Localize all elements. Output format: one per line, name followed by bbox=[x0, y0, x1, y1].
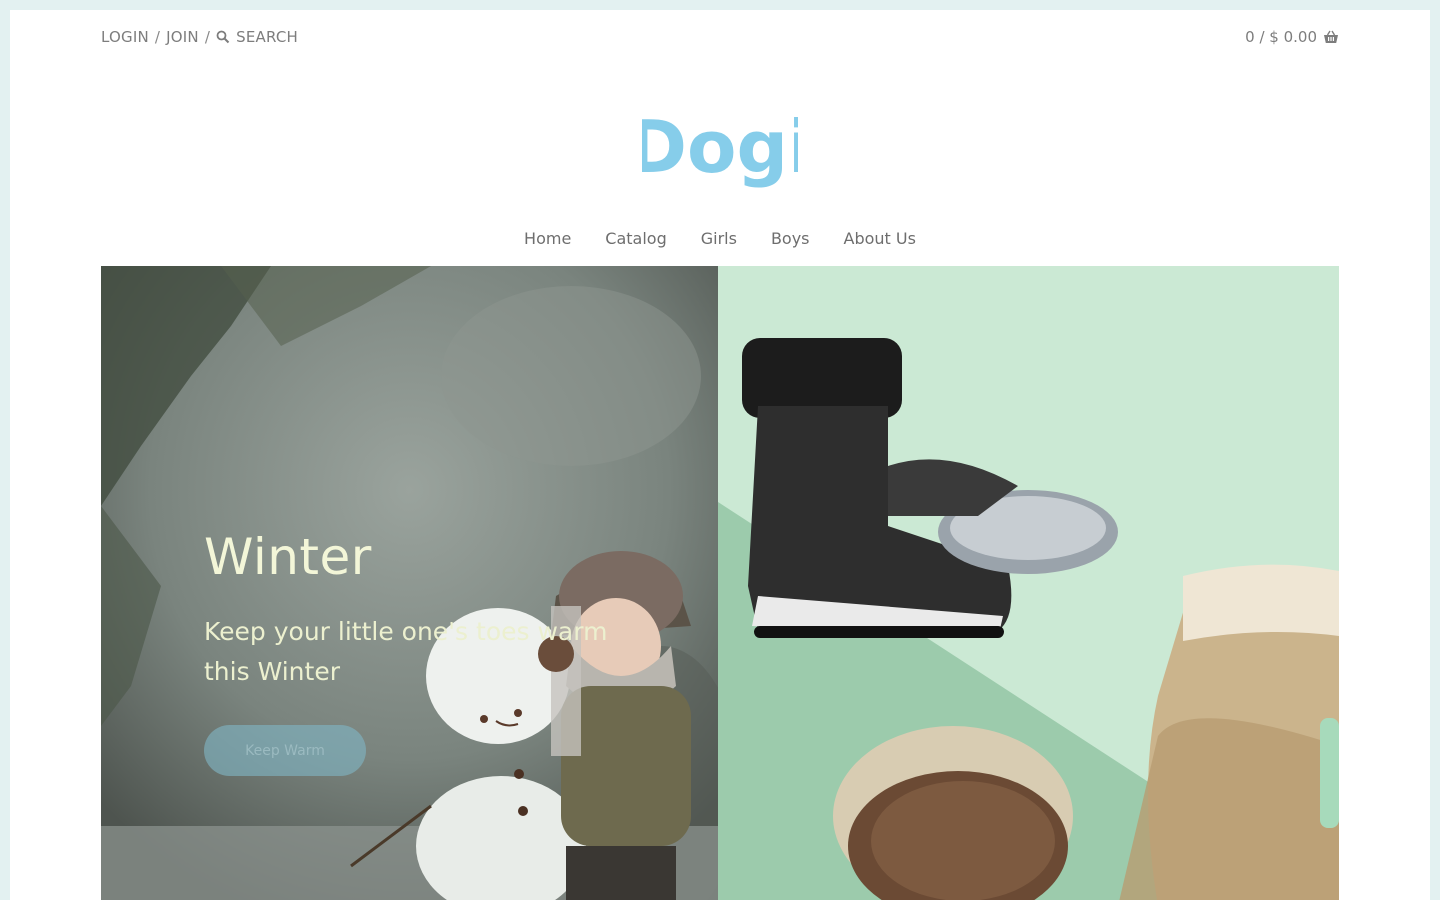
hero-banner: Winter Keep your little one's toes warm … bbox=[101, 266, 1339, 900]
separator: / bbox=[154, 28, 161, 46]
logo-text: Dogi bbox=[642, 105, 798, 188]
hero-subtitle: Keep your little one's toes warm this Wi… bbox=[204, 617, 608, 686]
hero-title: Winter bbox=[204, 528, 372, 586]
main-nav: Home Catalog Girls Boys About Us bbox=[10, 229, 1430, 248]
account-links: LOGIN / JOIN / bbox=[101, 28, 357, 46]
cart-link[interactable]: 0 / $ 0.00 bbox=[1245, 28, 1339, 46]
nav-item-home[interactable]: Home bbox=[524, 229, 571, 248]
nav-item-about-us[interactable]: About Us bbox=[844, 229, 916, 248]
cart-summary: 0 / $ 0.00 bbox=[1245, 28, 1317, 46]
search-box[interactable] bbox=[216, 28, 357, 46]
top-bar: LOGIN / JOIN / 0 / $ 0.00 bbox=[101, 28, 1339, 52]
nav-item-catalog[interactable]: Catalog bbox=[605, 229, 666, 248]
nav-item-boys[interactable]: Boys bbox=[771, 229, 810, 248]
dogi-logo[interactable]: Dogi bbox=[627, 102, 812, 189]
search-input[interactable] bbox=[236, 28, 357, 46]
winter-photo: Winter Keep your little one's toes warm … bbox=[101, 266, 718, 900]
separator: / bbox=[204, 28, 211, 46]
page-frame: LOGIN / JOIN / 0 / $ 0.00 bbox=[10, 10, 1430, 900]
boots-photo bbox=[718, 266, 1339, 900]
nav-item-girls[interactable]: Girls bbox=[701, 229, 737, 248]
shopping-basket-icon bbox=[1324, 30, 1338, 43]
keep-warm-button[interactable]: Keep Warm bbox=[204, 725, 366, 776]
join-link[interactable]: JOIN bbox=[166, 28, 199, 46]
login-link[interactable]: LOGIN bbox=[101, 28, 149, 46]
kids-boots-image bbox=[718, 266, 1339, 900]
search-icon[interactable] bbox=[216, 30, 230, 44]
hero-copy: Winter Keep your little one's toes warm … bbox=[204, 528, 664, 776]
